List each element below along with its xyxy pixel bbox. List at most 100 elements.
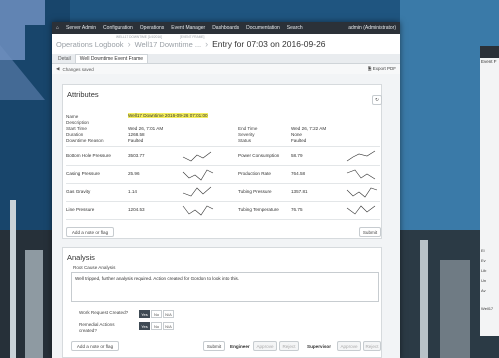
nav-item-search[interactable]: Search [287, 25, 303, 31]
work-request-na[interactable]: N/A [163, 310, 174, 318]
metric-value: 1357.81 [291, 189, 308, 194]
right-window-item[interactable]: Lib [481, 266, 493, 276]
metric-label: Line Pressure [66, 207, 95, 212]
engineer-label: Engineer [230, 344, 250, 349]
tab-event-frame[interactable]: Well Downtime Event Frame [74, 54, 149, 63]
sparkline [182, 151, 212, 162]
sparkline-group-right [346, 150, 378, 215]
nav-item-server-admin[interactable]: Server Admin [66, 25, 96, 31]
attr-name-value: Well17 Downtime 2016-09-26 07:01:00 [128, 113, 208, 118]
breadcrumb-logbook[interactable]: Operations Logbook [56, 40, 124, 49]
metric-value: 76.75 [291, 207, 303, 212]
attributes-title: Attributes [67, 90, 99, 99]
attr-label: Status [238, 138, 252, 143]
breadcrumb-separator: › [205, 39, 209, 49]
metric-label: Tubing Pressure [238, 189, 272, 194]
attr-value: Faulted [128, 138, 144, 143]
attr-value: None [291, 132, 302, 137]
remedial-no[interactable]: No [151, 322, 162, 330]
attr-value: Wed 26, 7:22 AM [291, 126, 327, 131]
attr-label: Start Time [66, 126, 87, 131]
right-window-item[interactable]: Un [481, 276, 493, 286]
metric-value: 3503.77 [128, 153, 145, 158]
sparkline [346, 150, 376, 162]
metric-value: 1204.53 [128, 207, 145, 212]
home-icon[interactable]: ⌂ [56, 25, 59, 31]
right-window-item[interactable]: El [481, 246, 493, 256]
right-window-item[interactable]: Ev [481, 256, 493, 266]
work-request-no[interactable]: No [151, 310, 162, 318]
add-note-button[interactable]: Add a note or flag [71, 341, 119, 351]
work-request-yes[interactable]: Yes [139, 310, 150, 318]
attr-label: Name [66, 114, 79, 119]
work-request-toggle: Yes No N/A [139, 310, 174, 318]
page-title: Entry for 07:03 on 2016-09-26 [212, 39, 326, 49]
breadcrumb: WELL17 DOWNTIME [1/4/2016] [EVENT FRAME]… [52, 34, 400, 54]
metric-label: Bottom Hole Pressure [66, 153, 111, 158]
remedial-actions-label: Remedial Actions created? [79, 322, 115, 333]
breadcrumb-hint: WELL17 DOWNTIME [1/4/2016] [116, 35, 162, 39]
attributes-panel: Attributes ↻ Name Well17 Downtime 2016-0… [62, 84, 382, 239]
refresh-icon: ↻ [375, 97, 379, 102]
remedial-na[interactable]: N/A [163, 322, 174, 330]
attr-value: Wed 26, 7:01 AM [128, 126, 164, 131]
divider [66, 219, 380, 220]
sparkline [182, 205, 214, 216]
work-request-label: Work Request Created? [79, 310, 129, 315]
remedial-yes[interactable]: Yes [139, 322, 150, 330]
rca-textarea[interactable]: Well tripped, further analysis required.… [71, 272, 379, 302]
attr-label: Severity [238, 132, 255, 137]
engineer-approve-button[interactable]: Approve [253, 341, 277, 351]
remedial-actions-toggle: Yes No N/A [139, 322, 174, 330]
attr-label: Duration [66, 132, 84, 137]
breadcrumb-separator: › [127, 39, 131, 49]
metric-value: 58.79 [291, 153, 303, 158]
metric-label: Production Rate [238, 171, 271, 176]
analysis-title: Analysis [67, 253, 95, 262]
metric-value: 1.14 [128, 189, 137, 194]
supervisor-approve-button[interactable]: Approve [337, 341, 361, 351]
user-menu[interactable]: admin (Administrator) [348, 25, 396, 31]
metric-value: 764.58 [291, 171, 306, 176]
add-note-button[interactable]: Add a note or flag [66, 227, 114, 237]
metric-label: Power Consumption [238, 153, 280, 158]
metric-label: Tubing Temperature [238, 207, 279, 212]
sparkline [182, 186, 212, 197]
app-window: ⌂ Server Admin Configuration Operations … [52, 22, 400, 358]
attributes-submit-button[interactable]: Submit [359, 227, 381, 237]
nav-item-event-manager[interactable]: Event Manager [171, 25, 205, 31]
back-icon[interactable]: ◀ [56, 66, 59, 72]
divider [66, 201, 380, 202]
export-pdf-button[interactable]: 🗎 Export PDF [368, 65, 396, 73]
breadcrumb-hint: [EVENT FRAME] [180, 35, 205, 39]
top-nav: ⌂ Server Admin Configuration Operations … [52, 22, 400, 34]
nav-item-operations[interactable]: Operations [140, 25, 164, 31]
tab-detail[interactable]: Detail [54, 55, 75, 63]
tab-bar: Detail Well Downtime Event Frame [52, 54, 400, 64]
nav-item-configuration[interactable]: Configuration [103, 25, 133, 31]
analysis-submit-button[interactable]: Submit [203, 341, 225, 351]
analysis-panel: Analysis Root Cause Analysis Well trippe… [62, 247, 382, 358]
divider [66, 183, 380, 184]
export-pdf-label: Export PDF [372, 66, 396, 71]
right-window-footer: Well17 [481, 306, 494, 311]
breadcrumb-event[interactable]: Well17 Downtime ... [135, 40, 202, 49]
refresh-button[interactable]: ↻ [372, 95, 382, 105]
divider [66, 165, 380, 166]
rca-label: Root Cause Analysis [73, 265, 116, 270]
status-text: Changes saved [62, 66, 94, 72]
right-window-item[interactable]: Av [481, 286, 493, 296]
nav-item-dashboards[interactable]: Dashboards [212, 25, 239, 31]
attr-label: End Time [238, 126, 258, 131]
engineer-reject-button[interactable]: Reject [279, 341, 299, 351]
sparkline [346, 205, 376, 215]
metric-label: Casing Pressure [66, 171, 100, 176]
attr-label: Downtime Reason [66, 138, 104, 143]
nav-item-documentation[interactable]: Documentation [246, 25, 280, 31]
toolbar: ◀ Changes saved 🗎 Export PDF [52, 64, 400, 74]
supervisor-reject-button[interactable]: Reject [363, 341, 381, 351]
sparkline [182, 169, 214, 181]
divider [66, 146, 380, 147]
right-window-title: Event F [481, 59, 497, 64]
sparkline [346, 169, 376, 180]
